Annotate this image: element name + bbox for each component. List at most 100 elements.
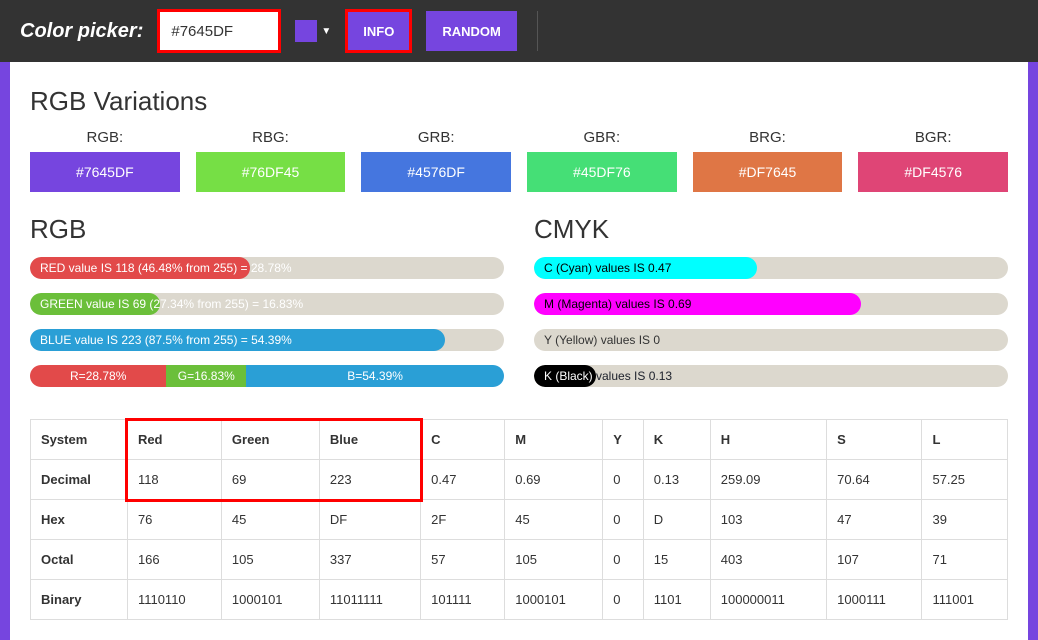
color-swatch-preview [295, 20, 317, 42]
table-header: Green [221, 420, 319, 460]
table-cell: DF [319, 500, 420, 540]
table-cell: 11011111 [319, 580, 420, 620]
topbar-divider [537, 11, 538, 51]
table-cell: 1000101 [221, 580, 319, 620]
table-cell: 101111 [421, 580, 505, 620]
table-cell: 57.25 [922, 460, 1008, 500]
table-row-name: Hex [31, 500, 128, 540]
table-header: Red [127, 420, 221, 460]
table-cell: 100000011 [710, 580, 826, 620]
table-cell: 259.09 [710, 460, 826, 500]
rgb-bars: RED value IS 118 (46.48% from 255) = 28.… [30, 257, 504, 351]
table-row-name: Binary [31, 580, 128, 620]
table-cell: 39 [922, 500, 1008, 540]
table-cell: 103 [710, 500, 826, 540]
variation-item: RBG: #76DF45 [196, 129, 346, 192]
cmyk-bars: C (Cyan) values IS 0.47M (Magenta) value… [534, 257, 1008, 387]
color-systems-table: SystemRedGreenBlueCMYKHSLDecimal11869223… [30, 419, 1008, 620]
table-header: M [505, 420, 603, 460]
table-cell: 0.69 [505, 460, 603, 500]
cmyk-bar: K (Black) values IS 0.13 [534, 365, 1008, 387]
variation-swatch[interactable]: #7645DF [30, 152, 180, 192]
table-row: Decimal118692230.470.6900.13259.0970.645… [31, 460, 1008, 500]
variation-label: RBG: [196, 129, 346, 146]
table-header: K [643, 420, 710, 460]
rgb-variations-row: RGB: #7645DF RBG: #76DF45 GRB:#4576DF GBR: #45… [30, 129, 1008, 192]
chevron-down-icon: ▼ [321, 26, 331, 37]
table-cell: 45 [505, 500, 603, 540]
table-cell: 57 [421, 540, 505, 580]
cmyk-bar: C (Cyan) values IS 0.47 [534, 257, 1008, 279]
table-header: Blue [319, 420, 420, 460]
table-cell: 403 [710, 540, 826, 580]
table-header: H [710, 420, 826, 460]
table-cell: 0 [603, 460, 644, 500]
cmyk-bar: Y (Yellow) values IS 0 [534, 329, 1008, 351]
table-cell: 45 [221, 500, 319, 540]
rgb-segment: R=28.78% [30, 365, 166, 387]
table-row-name: Decimal [31, 460, 128, 500]
table-cell: 0.47 [421, 460, 505, 500]
variation-item: BRG: #DF7645 [693, 129, 843, 192]
table-cell: 1101 [643, 580, 710, 620]
table-cell: 0 [603, 500, 644, 540]
table-cell: 118 [127, 460, 221, 500]
rgb-title: RGB [30, 214, 504, 245]
table-cell: 1110110 [127, 580, 221, 620]
color-systems-table-wrap: SystemRedGreenBlueCMYKHSLDecimal11869223… [30, 419, 1008, 620]
variation-swatch[interactable]: #76DF45 [196, 152, 346, 192]
variation-swatch[interactable]: #4576DF [361, 152, 511, 192]
variation-item: GRB:#4576DF [361, 129, 511, 192]
rgb-bar: BLUE value IS 223 (87.5% from 255) = 54.… [30, 329, 504, 351]
table-header: System [31, 420, 128, 460]
variation-label: RGB: [30, 129, 180, 146]
table-cell: 70.64 [827, 460, 922, 500]
table-header: L [922, 420, 1008, 460]
table-row-name: Octal [31, 540, 128, 580]
table-cell: 107 [827, 540, 922, 580]
table-cell: 111001 [922, 580, 1008, 620]
rgb-bar-fill: RED value IS 118 (46.48% from 255) = 28.… [30, 257, 250, 279]
table-cell: 69 [221, 460, 319, 500]
topbar: Color picker: ▼ INFO RANDOM [0, 0, 1038, 62]
table-row: Binary1110110100010111011111101111100010… [31, 580, 1008, 620]
variation-swatch[interactable]: #DF4576 [858, 152, 1008, 192]
table-row: Hex7645DF2F450D1034739 [31, 500, 1008, 540]
rgb-bar: RED value IS 118 (46.48% from 255) = 28.… [30, 257, 504, 279]
table-cell: 105 [505, 540, 603, 580]
table-cell: 105 [221, 540, 319, 580]
app-title: Color picker: [20, 20, 143, 43]
variation-swatch[interactable]: #45DF76 [527, 152, 677, 192]
variation-label: GBR: [527, 129, 677, 146]
table-cell: 71 [922, 540, 1008, 580]
variation-item: RGB: #7645DF [30, 129, 180, 192]
table-cell: 1000111 [827, 580, 922, 620]
variation-label: BRG: [693, 129, 843, 146]
hex-input[interactable] [159, 11, 279, 51]
info-button[interactable]: INFO [347, 11, 410, 51]
table-cell: 0 [603, 540, 644, 580]
variation-item: BGR:#DF4576 [858, 129, 1008, 192]
rgb-bar: GREEN value IS 69 (27.34% from 255) = 16… [30, 293, 504, 315]
color-swatch-dropdown[interactable]: ▼ [295, 20, 331, 42]
table-header: Y [603, 420, 644, 460]
cmyk-bar-fill: C (Cyan) values IS 0.47 [534, 257, 757, 279]
variation-item: GBR: #45DF76 [527, 129, 677, 192]
rgb-bar-fill: BLUE value IS 223 (87.5% from 255) = 54.… [30, 329, 445, 351]
table-cell: 223 [319, 460, 420, 500]
table-cell: 1000101 [505, 580, 603, 620]
table-cell: 15 [643, 540, 710, 580]
table-cell: 76 [127, 500, 221, 540]
table-header: S [827, 420, 922, 460]
rgb-variations-title: RGB Variations [30, 86, 1008, 117]
table-cell: 47 [827, 500, 922, 540]
variation-swatch[interactable]: #DF7645 [693, 152, 843, 192]
table-cell: 0 [603, 580, 644, 620]
random-button[interactable]: RANDOM [426, 11, 517, 51]
side-accent-left [0, 62, 10, 640]
cmyk-bar-label: K (Black) values IS 0.13 [544, 365, 672, 387]
rgb-segment: G=16.83% [166, 365, 246, 387]
table-cell: 337 [319, 540, 420, 580]
rgb-bar-fill: GREEN value IS 69 (27.34% from 255) = 16… [30, 293, 160, 315]
table-cell: D [643, 500, 710, 540]
